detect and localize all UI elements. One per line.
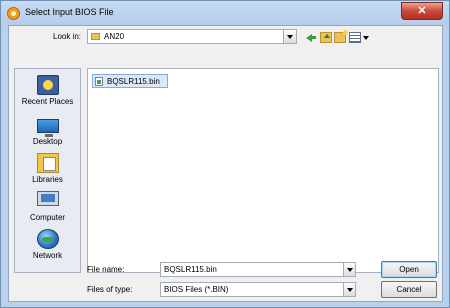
place-label: Desktop [32, 137, 63, 146]
file-type-select[interactable]: BIOS Files (*.BIN) [160, 282, 356, 297]
file-name-value: BQSLR115.bin [164, 265, 217, 274]
chevron-down-icon[interactable] [343, 263, 355, 276]
desktop-icon [37, 119, 59, 137]
file-type-label: Files of type: [87, 285, 133, 294]
cancel-button[interactable]: Cancel [381, 281, 437, 298]
dialog-title: Select Input BIOS File [25, 7, 114, 17]
app-icon [7, 7, 20, 20]
place-label: Libraries [32, 175, 63, 184]
list-item[interactable]: BQSLR115.bin [92, 74, 168, 88]
place-label: Network [32, 251, 63, 260]
look-in-value: AN20 [104, 32, 125, 41]
file-name: BQSLR115.bin [107, 77, 160, 86]
dialog-client-area: Look in: AN20 Recent Places Desktop Libr… [8, 25, 443, 302]
title-bar[interactable]: Select Input BIOS File ✕ [1, 1, 449, 25]
computer-icon [37, 191, 59, 206]
place-computer[interactable]: Computer [15, 189, 80, 227]
view-menu-chevron-icon[interactable] [363, 36, 369, 40]
network-icon [37, 229, 59, 249]
dialog-window: Select Input BIOS File ✕ Look in: AN20 R… [0, 0, 450, 308]
place-network[interactable]: Network [15, 227, 80, 265]
file-type-value: BIOS Files (*.BIN) [164, 285, 229, 294]
file-name-label: File name: [87, 265, 125, 274]
close-button[interactable]: ✕ [401, 2, 443, 20]
place-label: Computer [29, 213, 66, 222]
up-folder-icon[interactable] [320, 32, 332, 43]
look-in-label: Look in: [53, 32, 82, 41]
new-folder-icon[interactable] [334, 30, 348, 43]
places-bar: Recent Places Desktop Libraries Computer… [14, 68, 81, 273]
place-recent-places[interactable]: Recent Places [15, 73, 80, 111]
folder-icon [91, 33, 100, 40]
view-menu-icon[interactable] [349, 32, 361, 43]
look-in-dropdown[interactable]: AN20 [87, 29, 297, 44]
chevron-down-icon[interactable] [283, 30, 296, 43]
file-list[interactable]: BQSLR115.bin [87, 68, 439, 273]
file-name-input[interactable]: BQSLR115.bin [160, 262, 356, 277]
place-desktop[interactable]: Desktop [15, 113, 80, 151]
recent-places-icon [37, 75, 59, 95]
open-button[interactable]: Open [381, 261, 437, 278]
bin-file-icon [95, 77, 103, 86]
back-arrow-icon[interactable] [305, 32, 317, 43]
place-label: Recent Places [21, 97, 74, 106]
libraries-icon [37, 153, 59, 173]
place-libraries[interactable]: Libraries [15, 151, 80, 189]
chevron-down-icon[interactable] [343, 283, 355, 296]
